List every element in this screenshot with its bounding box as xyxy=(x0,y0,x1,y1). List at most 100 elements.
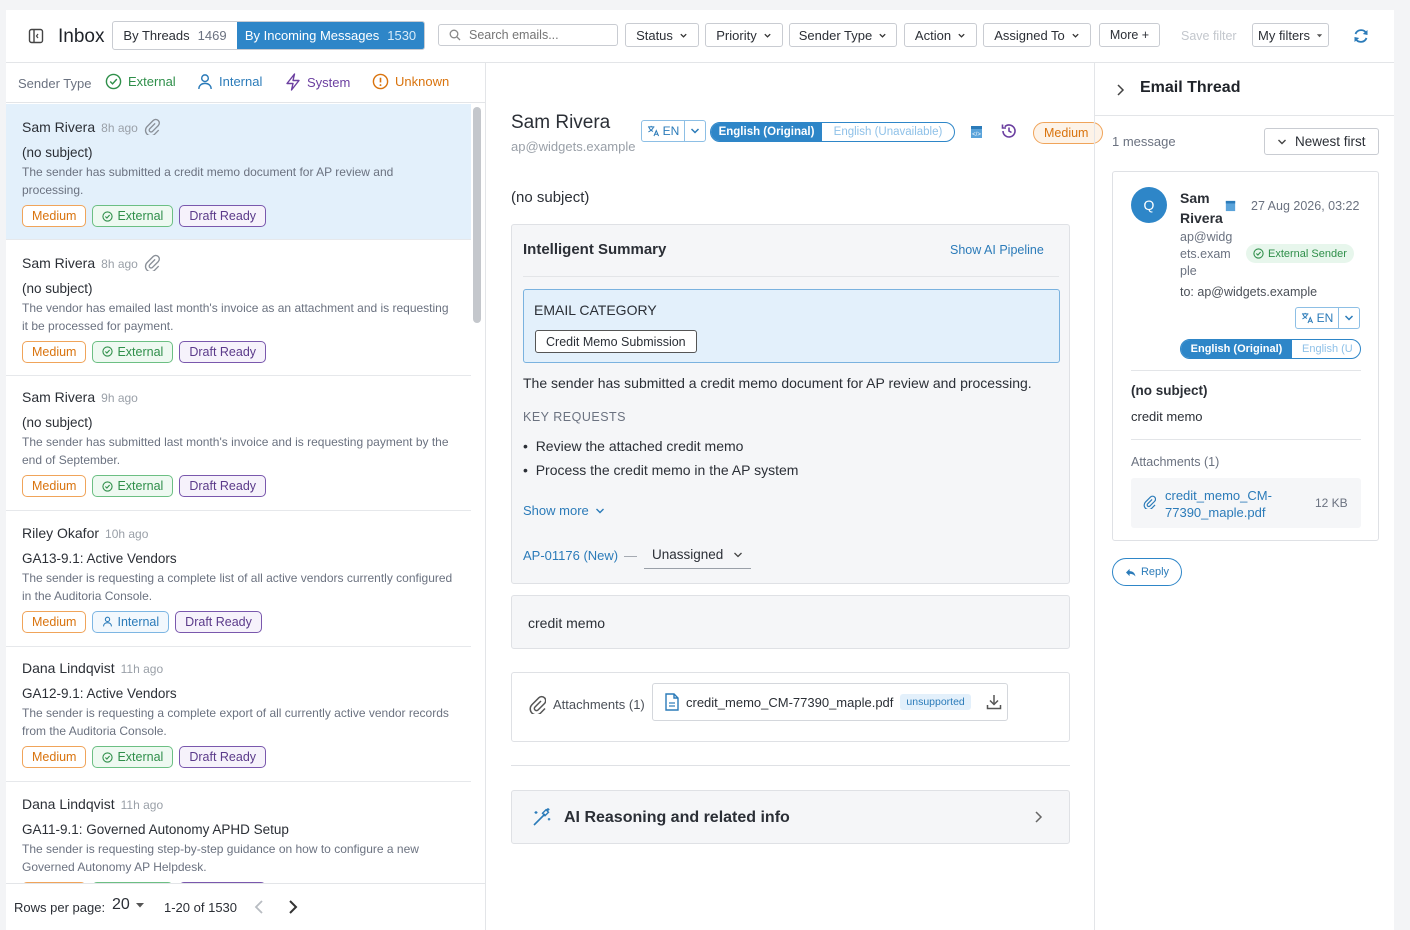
list-item-subject: (no subject) xyxy=(22,415,93,430)
thread-attachment-item[interactable]: credit_memo_CM- 77390_maple.pdf 12 KB xyxy=(1131,478,1361,528)
assignee-select[interactable]: Unassigned xyxy=(644,541,751,569)
thread-email-line: ets.exam xyxy=(1180,247,1231,261)
email-detail-pane: Sam Rivera ap@widgets.example EN English… xyxy=(487,63,1103,930)
sender-type-badge-label: External xyxy=(117,209,164,223)
thread-language-select[interactable]: EN xyxy=(1295,307,1360,329)
intelligent-summary-card: Intelligent Summary Show AI Pipeline EMA… xyxy=(511,224,1070,584)
legend-external[interactable]: External xyxy=(105,73,176,90)
list-scrollbar[interactable] xyxy=(473,107,481,323)
chevron-down-icon xyxy=(1278,139,1286,144)
legend-unknown[interactable]: Unknown xyxy=(372,73,449,90)
code-view-icon[interactable]: </> xyxy=(970,125,983,139)
list-item[interactable]: Sam Rivera 9h ago (no subject) The sender h… xyxy=(6,375,471,511)
history-icon[interactable] xyxy=(1000,122,1018,140)
list-item-sender: Sam Rivera xyxy=(22,254,96,271)
priority-badge: Medium xyxy=(22,205,87,227)
paperclip-icon xyxy=(144,254,160,271)
message-list-pane: Sender Type External Internal System Unk… xyxy=(6,63,486,930)
chevron-down-icon xyxy=(958,33,965,38)
sender-type-badge: External xyxy=(92,205,174,227)
legend-internal-label: Internal xyxy=(219,74,263,89)
list-item[interactable]: Sam Rivera 8h ago (no subject) The sender h… xyxy=(6,104,471,240)
search-input[interactable] xyxy=(469,28,609,42)
page-range: 1-20 of 1530 xyxy=(164,900,238,915)
detail-lang-original-button[interactable]: English (Original) xyxy=(711,123,822,141)
list-item[interactable]: Dana Lindqvist 11h ago GA11-9.1: Governed … xyxy=(6,782,471,883)
unsupported-badge: unsupported xyxy=(900,694,971,710)
status-label: Draft Ready xyxy=(189,344,257,359)
status-badge: Draft Ready xyxy=(179,475,267,497)
legend-system[interactable]: System xyxy=(285,73,350,91)
detail-priority-badge: Medium xyxy=(1033,122,1103,144)
sender-type-badge-label: External xyxy=(117,750,164,764)
attachment-chip[interactable]: credit_memo_CM-77390_maple.pdf unsupport… xyxy=(652,683,1008,721)
next-page-icon[interactable] xyxy=(288,899,298,915)
caret-down-icon xyxy=(135,903,144,908)
legend-internal[interactable]: Internal xyxy=(197,73,262,90)
check-circle-icon xyxy=(102,210,114,222)
summary-title: Intelligent Summary xyxy=(523,241,667,258)
list-item[interactable]: Sam Rivera 8h ago (no subject) The vendor h… xyxy=(6,240,471,376)
show-more-label: Show more xyxy=(523,503,589,518)
filter-priority[interactable]: Priority xyxy=(705,23,783,47)
list-item-preview: The sender is requesting a complete expo… xyxy=(22,706,449,738)
email-thread-panel: Email Thread 1 message Newest first Q Sa… xyxy=(1094,63,1394,930)
avatar-letter: Q xyxy=(1143,197,1155,213)
thread-body: credit memo xyxy=(1131,409,1203,424)
priority-badge: Medium xyxy=(22,340,87,363)
list-item-time: 9h ago xyxy=(101,391,138,405)
my-filters-button[interactable]: My filters xyxy=(1252,23,1329,47)
more-filters-button[interactable]: More + xyxy=(1099,23,1160,47)
filter-status[interactable]: Status xyxy=(625,23,699,47)
divider xyxy=(1131,439,1361,440)
view-by-incoming-button[interactable]: By Incoming Messages 1530 xyxy=(237,22,424,49)
detail-lang-unavailable-button[interactable]: English (Unavailable) xyxy=(822,123,954,141)
view-by-threads-button[interactable]: By Threads 1469 xyxy=(113,22,237,49)
sender-type-badge: External xyxy=(92,340,174,363)
filter-action[interactable]: Action xyxy=(904,23,977,47)
sender-type-legend: Sender Type External Internal System Unk… xyxy=(6,63,486,103)
filter-assigned-to[interactable]: Assigned To xyxy=(983,23,1091,47)
thread-email-line: ple xyxy=(1180,264,1197,278)
thread-lang-other-button[interactable]: English (U xyxy=(1292,340,1360,358)
thread-language-code: EN xyxy=(1316,311,1334,325)
thread-sort-select[interactable]: Newest first xyxy=(1264,128,1379,155)
status-badge: Draft Ready xyxy=(175,610,262,633)
ticket-link[interactable]: AP-01176 (New) xyxy=(523,548,618,563)
thread-attachments-label: Attachments (1) xyxy=(1131,455,1220,469)
chevron-down-icon xyxy=(595,508,604,513)
list-item[interactable]: Dana Lindqvist 11h ago GA12-9.1: Active Ve… xyxy=(6,646,471,782)
download-icon[interactable] xyxy=(986,694,1002,710)
reply-button[interactable]: Reply xyxy=(1112,558,1182,586)
chevron-down-icon xyxy=(690,128,700,134)
chevron-down-icon xyxy=(764,33,771,38)
detail-sender-email: ap@widgets.example xyxy=(511,139,636,154)
search-box[interactable] xyxy=(438,24,618,46)
list-item-sender: Dana Lindqvist xyxy=(22,660,115,676)
translate-icon xyxy=(647,125,659,137)
collapse-panel-icon[interactable] xyxy=(1116,83,1125,97)
thread-attachment-filename[interactable]: credit_memo_CM- 77390_maple.pdf xyxy=(1165,487,1272,521)
refresh-icon[interactable] xyxy=(1352,27,1370,45)
show-ai-pipeline-link[interactable]: Show AI Pipeline xyxy=(950,243,1044,257)
detail-language-select[interactable]: EN xyxy=(641,120,706,142)
key-request-text: Review the attached credit memo xyxy=(535,438,744,454)
show-more-button[interactable]: Show more xyxy=(523,503,605,518)
list-item[interactable]: Riley Okafor 10h ago GA13-9.1: Active Vend… xyxy=(6,511,471,647)
sidebar-toggle-icon[interactable] xyxy=(28,28,44,44)
list-item-sender: Riley Okafor xyxy=(22,524,100,541)
list-item-time: 8h ago xyxy=(101,121,138,135)
list-item-preview: The sender has submitted a credit memo d… xyxy=(22,165,394,197)
code-view-icon[interactable] xyxy=(1225,200,1236,212)
filter-sender-type[interactable]: Sender Type xyxy=(789,23,897,47)
thread-lang-original-button[interactable]: English (Original) xyxy=(1181,340,1292,358)
rows-per-page-select[interactable]: 20 xyxy=(112,896,145,914)
list-item-subject: (no subject) xyxy=(22,145,93,160)
thread-sender-name: Sam Rivera xyxy=(1180,188,1223,228)
save-filter-button[interactable]: Save filter xyxy=(1181,29,1237,43)
sender-type-label: Sender Type xyxy=(18,76,92,91)
ai-reasoning-accordion[interactable]: AI Reasoning and related info xyxy=(511,790,1070,844)
filter-priority-label: Priority xyxy=(716,27,757,43)
divider xyxy=(511,765,1070,766)
prev-page-icon[interactable] xyxy=(254,899,264,915)
